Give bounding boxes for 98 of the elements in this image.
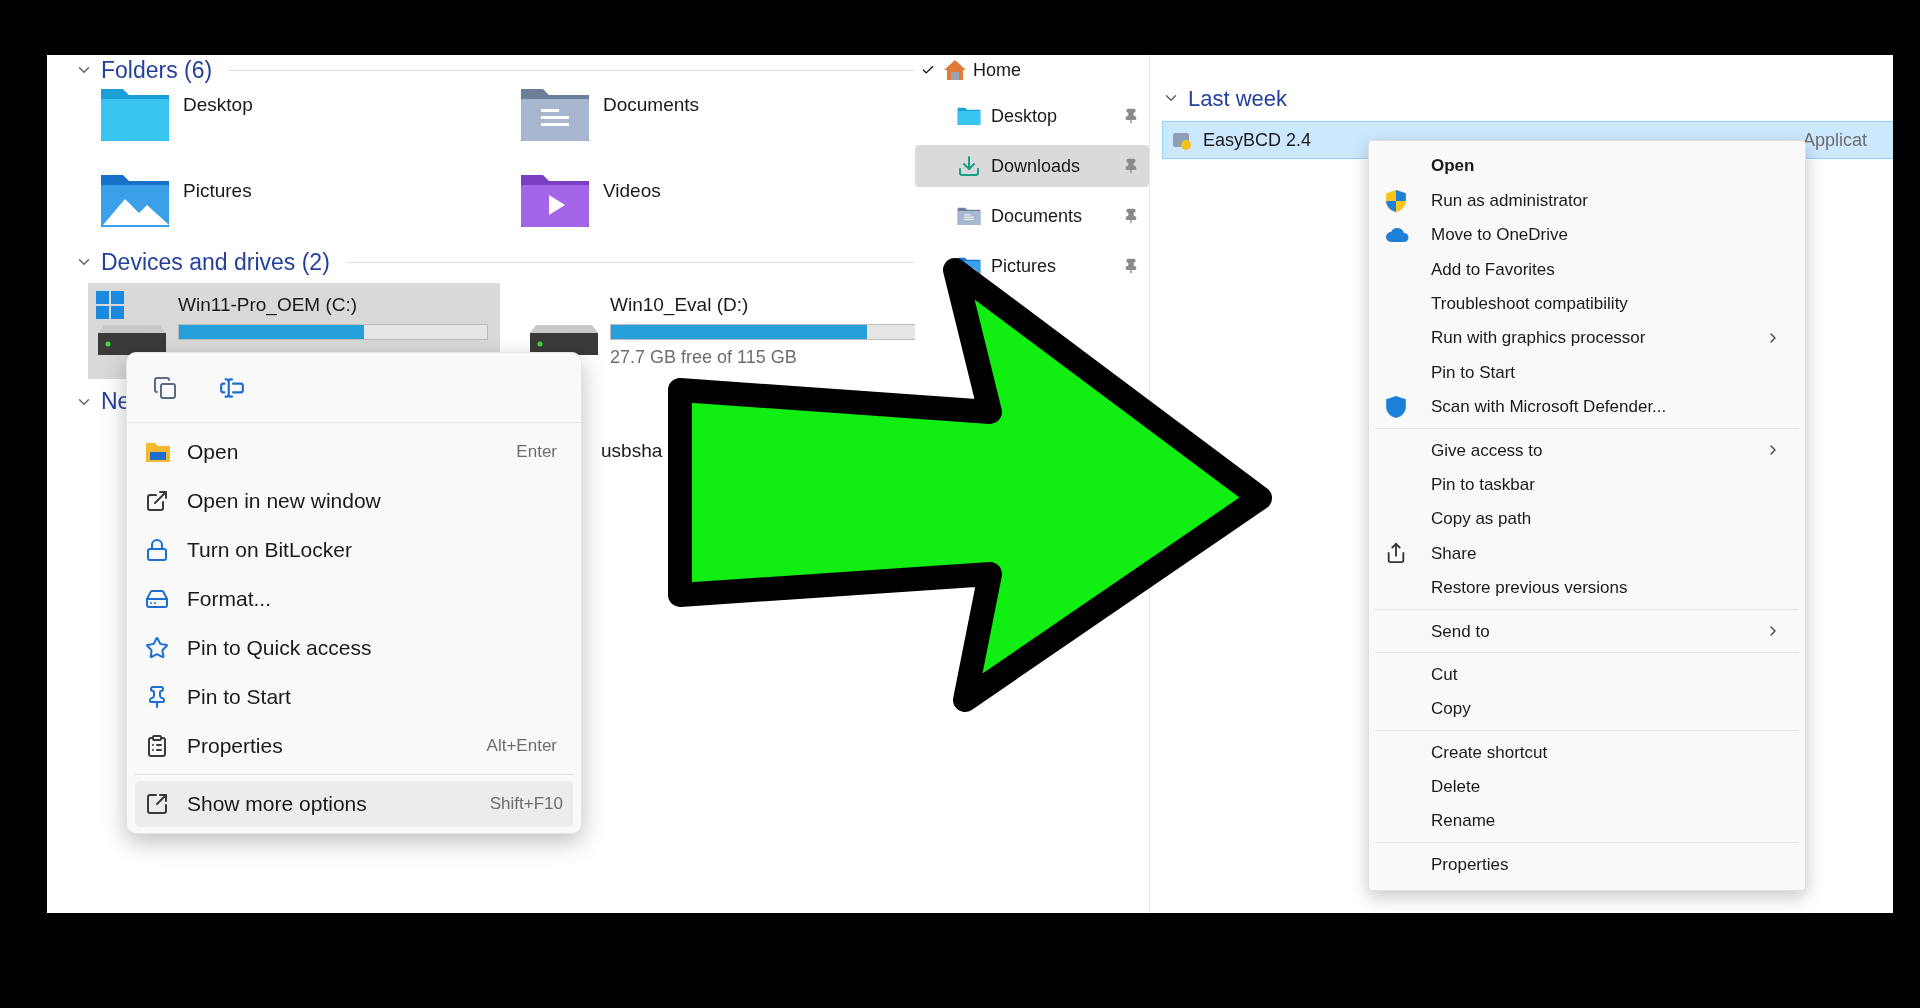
- menu-item[interactable]: Open Enter: [133, 427, 575, 476]
- menu-item[interactable]: Restore previous versions: [1375, 570, 1799, 606]
- menu-item[interactable]: Troubleshoot compatibility: [1375, 286, 1799, 321]
- menu-item[interactable]: Pin to taskbar: [1375, 467, 1799, 502]
- drive-name: Win11-Pro_OEM (C:): [178, 293, 359, 318]
- shield-icon: [1385, 188, 1407, 213]
- section-header: Devices and drives (2): [101, 247, 330, 277]
- nav-item-label: Pictures: [991, 254, 1058, 278]
- menu-item[interactable]: Move to OneDrive: [1375, 217, 1799, 253]
- menu-item[interactable]: Properties: [1375, 847, 1799, 882]
- menu-item[interactable]: Pin to Quick access: [133, 623, 575, 672]
- folder-icon: [145, 440, 171, 463]
- free-space-text: 27.7 GB free of 115 GB: [610, 345, 798, 369]
- download-icon: [957, 154, 981, 178]
- copy-icon[interactable]: [153, 375, 177, 400]
- section-header: Last week: [1188, 84, 1288, 113]
- lock-icon: [145, 537, 169, 562]
- menu-item[interactable]: Pin to Start: [133, 672, 575, 721]
- menu-item-label: Scan with Microsoft Defender...: [1431, 396, 1668, 419]
- menu-item[interactable]: Turn on BitLocker: [133, 525, 575, 574]
- menu-item-label: Pin to taskbar: [1431, 473, 1536, 496]
- menu-item[interactable]: Open: [1375, 149, 1799, 184]
- menu-item-label: Rename: [1431, 810, 1497, 833]
- menu-item[interactable]: Run as administrator: [1375, 183, 1799, 218]
- menu-item-label: Turn on BitLocker: [187, 536, 353, 563]
- folder-name[interactable]: Desktop: [183, 91, 253, 120]
- menu-item-label: Properties: [1431, 853, 1510, 876]
- folder-name[interactable]: Documents: [603, 91, 700, 120]
- drive-name: Win10_Eval (D:): [610, 293, 750, 318]
- menu-item-label: Copy: [1431, 698, 1472, 721]
- star-icon: [145, 635, 169, 660]
- home-icon: [943, 59, 967, 81]
- menu-item[interactable]: Create shortcut: [1375, 735, 1799, 770]
- menu-item[interactable]: Delete: [1375, 769, 1799, 805]
- shortcut-text: Alt+Enter: [486, 734, 557, 757]
- file-type: Applicat: [1803, 128, 1868, 152]
- properties-icon: [145, 733, 169, 758]
- menu-item[interactable]: Run with graphics processor: [1375, 320, 1799, 356]
- menu-item-label: Properties: [187, 732, 284, 759]
- shield-icon: [1385, 394, 1407, 419]
- menu-item-label: Troubleshoot compatibility: [1431, 293, 1629, 315]
- folder-name[interactable]: Pictures: [183, 177, 252, 206]
- desktop-folder-icon: [957, 106, 981, 126]
- section-header: Folders (6): [101, 55, 213, 85]
- drive-tile[interactable]: Win10_Eval (D:) 27.7 GB free of 115 GB: [520, 283, 915, 379]
- menu-item-label: Pin to Quick access: [187, 634, 373, 661]
- menu-item[interactable]: Copy: [1375, 691, 1799, 727]
- menu-item-label: Copy as path: [1431, 508, 1533, 531]
- menu-item-label: Send to: [1431, 620, 1491, 643]
- expand-icon: [145, 792, 169, 816]
- menu-item-label: Format...: [187, 585, 272, 612]
- nav-item-label: Documents: [991, 204, 1084, 228]
- windows-logo-icon: [96, 291, 124, 319]
- menu-item[interactable]: Add to Favorites: [1375, 252, 1799, 287]
- menu-item[interactable]: Scan with Microsoft Defender...: [1375, 389, 1799, 425]
- menu-item[interactable]: Open in new window: [133, 476, 575, 525]
- menu-item[interactable]: Pin to Start: [1375, 355, 1799, 390]
- menu-item-label: Add to Favorites: [1431, 258, 1556, 281]
- menu-item-label: Pin to Start: [1431, 361, 1517, 384]
- menu-item-label: Move to OneDrive: [1431, 224, 1569, 247]
- shortcut-text: Enter: [516, 440, 557, 463]
- menu-item-label: Pin to Start: [187, 683, 292, 710]
- menu-item-label: Show more options: [187, 791, 368, 818]
- nav-item[interactable]: Downloads: [915, 145, 1149, 187]
- menu-item-label: Create shortcut: [1431, 741, 1549, 764]
- menu-item[interactable]: Cut: [1375, 657, 1799, 692]
- menu-item[interactable]: Copy as path: [1375, 501, 1799, 537]
- new-window-icon: [145, 488, 169, 513]
- nav-item[interactable]: Desktop: [915, 95, 1149, 137]
- menu-item[interactable]: Give access to: [1375, 433, 1799, 468]
- menu-item[interactable]: Rename: [1375, 804, 1799, 839]
- menu-item[interactable]: Share: [1375, 536, 1799, 571]
- menu-item-label: Open in new window: [187, 487, 382, 514]
- menu-item-label: Restore previous versions: [1431, 577, 1629, 600]
- folder-name[interactable]: Videos: [603, 177, 661, 206]
- nav-item-label[interactable]: Home: [973, 56, 1021, 84]
- nav-item-label: Downloads: [991, 154, 1082, 178]
- drive-icon: [528, 325, 600, 355]
- drive-icon: [96, 325, 168, 355]
- menu-item-label: Run with graphics processor: [1431, 327, 1647, 350]
- file-name: EasyBCD 2.4: [1203, 128, 1313, 152]
- documents-folder-icon: [957, 206, 981, 226]
- nav-item[interactable]: Documents: [915, 195, 1149, 237]
- menu-item[interactable]: Properties Alt+Enter: [133, 721, 575, 770]
- menu-item[interactable]: Show more options Shift+F10: [135, 781, 573, 827]
- cloud-icon: [1385, 226, 1411, 243]
- menu-item[interactable]: Format...: [133, 574, 575, 623]
- menu-item-label: Share: [1431, 542, 1478, 565]
- menu-item-label: Give access to: [1431, 439, 1544, 462]
- share-icon: [1385, 542, 1407, 565]
- shortcut-text: Shift+F10: [489, 793, 563, 816]
- menu-item-label: Cut: [1431, 663, 1459, 686]
- menu-item-label: Open: [187, 438, 240, 465]
- menu-item[interactable]: Send to: [1375, 614, 1799, 649]
- nav-item-label: Desktop: [991, 104, 1059, 128]
- menu-item-label: Open: [1431, 155, 1476, 178]
- menu-item-label: Delete: [1431, 776, 1482, 799]
- menu-item-label: Run as administrator: [1431, 189, 1589, 212]
